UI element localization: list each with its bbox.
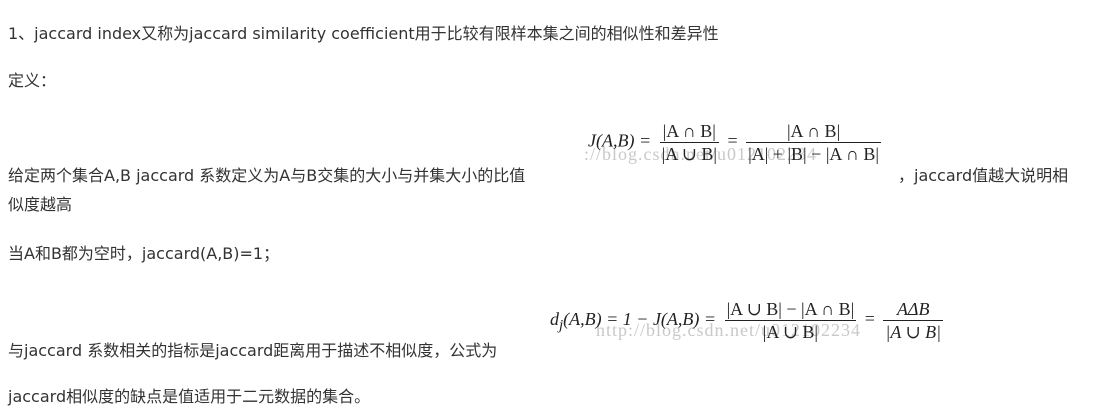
formula-jaccard-distance: dj(A,B) = 1 − J(A,B) = |A ∪ B| − |A ∩ B|… [550,298,947,343]
paragraph-definition-intro: 1、jaccard index又称为jaccard similarity coe… [8,24,719,43]
paragraph-limitation: jaccard相似度的缺点是值适用于二元数据的集合。 [8,387,371,406]
formula-fraction-1: |A ∪ B| − |A ∩ B| |A ∪ B| [724,298,857,343]
fraction-numerator: AΔB [883,298,944,321]
formula-jaccard-index: J(A,B) = |A ∩ B| |A ∪ B| = |A ∩ B| |A| +… [588,120,885,165]
formula-lhs: J(A,B) = [588,130,652,151]
fraction-denominator: |A ∪ B| [661,144,717,164]
paragraph-empty-sets: 当A和B都为空时，jaccard(A,B)=1； [8,244,280,263]
formula-fraction-2: AΔB |A ∪ B| [883,298,944,343]
formula-fraction-2: |A ∩ B| |A| + |B| − |A ∩ B| [746,120,882,165]
fraction-numerator: |A ∩ B| [659,120,719,143]
formula-equals: = [727,130,738,151]
paragraph-jaccard-coefficient-cont: 似度越高 [8,195,73,214]
formula-equals: = [864,308,875,329]
paragraph-jaccard-coefficient: 给定两个集合A,B jaccard 系数定义为A与B交集的大小与并集大小的比值 [8,166,526,185]
fraction-numerator: |A ∩ B| [746,120,882,143]
fraction-numerator: |A ∪ B| − |A ∩ B| [724,299,857,321]
fraction-denominator: |A| + |B| − |A ∩ B| [748,144,880,164]
fraction-denominator: |A ∪ B| [885,322,942,342]
formula-lhs-symbol: d [550,308,559,329]
paragraph-jaccard-coefficient-tail: ，jaccard值越大说明相 [898,166,1069,185]
formula-fraction-1: |A ∩ B| |A ∪ B| [659,120,719,165]
label-definition: 定义： [8,71,57,90]
paragraph-jaccard-distance: 与jaccard 系数相关的指标是jaccard距离用于描述不相似度，公式为 [8,341,498,360]
formula-lhs: dj(A,B) = 1 − J(A,B) = [550,308,717,334]
fraction-denominator: |A ∪ B| [762,322,819,342]
formula-lhs-rest: (A,B) = 1 − J(A,B) = [563,308,717,329]
